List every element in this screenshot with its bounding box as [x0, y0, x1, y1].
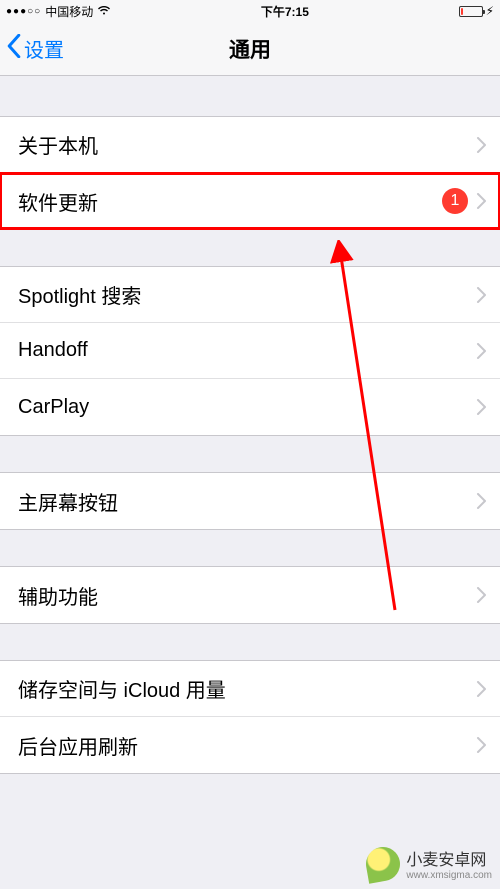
cell-spotlight[interactable]: Spotlight 搜索 [0, 267, 500, 323]
back-button[interactable]: 设置 [0, 34, 64, 64]
cell-label: Spotlight 搜索 [18, 280, 141, 309]
cell-label: 主屏幕按钮 [18, 487, 118, 516]
cell-storage-icloud[interactable]: 储存空间与 iCloud 用量 [0, 661, 500, 717]
cell-handoff[interactable]: Handoff [0, 323, 500, 379]
settings-group: 主屏幕按钮 [0, 472, 500, 530]
settings-group: 辅助功能 [0, 566, 500, 624]
cell-label: CarPlay [18, 396, 89, 419]
chevron-right-icon [476, 681, 486, 697]
back-label: 设置 [24, 34, 64, 63]
chevron-right-icon [476, 587, 486, 603]
watermark-logo-icon [364, 844, 403, 883]
charging-icon: ⚡︎ [486, 4, 494, 18]
page-title: 通用 [0, 34, 500, 64]
chevron-right-icon [476, 343, 486, 359]
cell-about[interactable]: 关于本机 [0, 117, 500, 173]
settings-group: 关于本机软件更新 1 [0, 116, 500, 230]
cell-label: Handoff [18, 339, 88, 362]
cell-label: 关于本机 [18, 130, 98, 159]
cell-carplay[interactable]: CarPlay [0, 379, 500, 435]
carrier-label: 中国移动 [45, 3, 93, 20]
cell-home-button[interactable]: 主屏幕按钮 [0, 473, 500, 529]
signal-strength-icon: ●●●○○ [6, 6, 41, 17]
cell-label: 储存空间与 iCloud 用量 [18, 674, 226, 703]
cell-background-refresh[interactable]: 后台应用刷新 [0, 717, 500, 773]
navigation-bar: 设置 通用 [0, 22, 500, 76]
watermark-url: www.xmsigma.com [406, 870, 492, 881]
watermark: 小麦安卓网 www.xmsigma.com [366, 846, 492, 881]
battery-icon [459, 6, 483, 17]
watermark-brand: 小麦安卓网 [406, 852, 486, 869]
chevron-right-icon [476, 287, 486, 303]
cell-accessibility[interactable]: 辅助功能 [0, 567, 500, 623]
chevron-right-icon [476, 737, 486, 753]
chevron-left-icon [6, 34, 22, 64]
chevron-right-icon [476, 493, 486, 509]
cell-label: 软件更新 [18, 187, 98, 216]
chevron-right-icon [476, 399, 486, 415]
chevron-right-icon [476, 137, 486, 153]
settings-group: 储存空间与 iCloud 用量后台应用刷新 [0, 660, 500, 774]
cell-label: 后台应用刷新 [18, 731, 138, 760]
chevron-right-icon [476, 193, 486, 209]
cell-software-update[interactable]: 软件更新 1 [0, 173, 500, 229]
settings-group: Spotlight 搜索 Handoff CarPlay [0, 266, 500, 436]
clock: 下午7:15 [261, 3, 309, 20]
cell-label: 辅助功能 [18, 581, 98, 610]
badge: 1 [442, 188, 468, 214]
wifi-icon [97, 4, 111, 18]
status-bar: ●●●○○ 中国移动 下午7:15 ⚡︎ [0, 0, 500, 22]
